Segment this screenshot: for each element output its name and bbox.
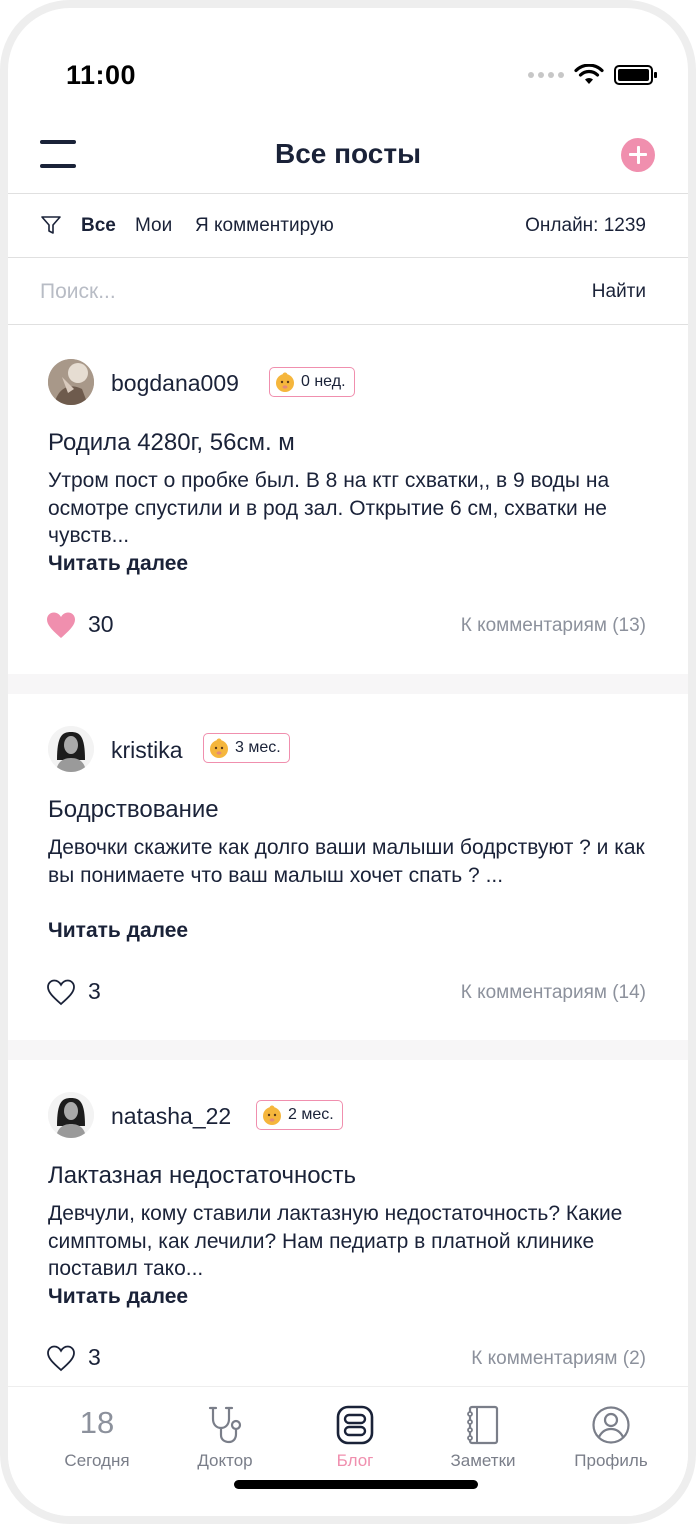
post-card[interactable]: kristika 3 мес. Бодрствование Девочки ск… <box>8 694 688 1040</box>
post-author[interactable]: kristika <box>111 737 183 764</box>
blog-icon <box>336 1405 374 1445</box>
page-title: Все посты <box>275 138 421 169</box>
baby-age-label: 0 нед. <box>301 373 346 390</box>
tab-label: Заметки <box>450 1451 516 1470</box>
avatar[interactable] <box>48 359 94 405</box>
tab-profile[interactable]: Профиль <box>546 1387 676 1487</box>
post-author[interactable]: natasha_22 <box>111 1103 231 1130</box>
default-avatar-icon <box>48 1092 94 1138</box>
status-icons <box>528 64 658 86</box>
comments-link[interactable]: К комментариям (13) <box>461 615 646 637</box>
heart-outline-icon[interactable] <box>46 978 76 1006</box>
like-count: 3 <box>88 1344 101 1370</box>
read-more-link[interactable]: Читать далее <box>48 552 188 576</box>
app-screen: 11:00 Все посты Все Мои Я комментирую Он… <box>0 0 696 1524</box>
baby-icon <box>276 372 294 392</box>
post-title[interactable]: Бодрствование <box>48 796 219 824</box>
post-excerpt: Девчули, кому ставили лактазную недостат… <box>48 1202 623 1280</box>
post-title[interactable]: Родила 4280г, 56см. м <box>48 429 295 457</box>
status-bar: 11:00 <box>8 8 688 118</box>
filter-bar: Все Мои Я комментирую Онлайн: 1239 <box>8 194 688 258</box>
baby-age-label: 3 мес. <box>235 739 281 756</box>
baby-age-label: 2 мес. <box>288 1106 334 1123</box>
tab-label: Профиль <box>574 1451 648 1470</box>
like-count: 3 <box>88 978 101 1004</box>
tab-label: Сегодня <box>64 1451 130 1470</box>
baby-age-badge: 0 нед. <box>269 367 355 397</box>
filter-tab-mine[interactable]: Мои <box>135 215 172 237</box>
avatar[interactable] <box>48 1092 94 1138</box>
default-avatar-icon <box>48 726 94 772</box>
calendar-date-icon: 18 <box>79 1405 115 1440</box>
status-time: 11:00 <box>66 60 137 90</box>
search-button[interactable]: Найти <box>592 281 646 303</box>
post-title[interactable]: Лактазная недостаточность <box>48 1162 356 1190</box>
search-bar: Найти <box>8 259 688 325</box>
post-card[interactable]: bogdana009 0 нед. Родила 4280г, 56см. м … <box>8 326 688 674</box>
comments-link[interactable]: К комментариям (14) <box>461 982 646 1004</box>
battery-icon <box>614 65 657 85</box>
tab-blog[interactable]: Блог <box>290 1387 420 1487</box>
wifi-icon <box>574 64 604 84</box>
cellular-signal-icon <box>528 72 564 78</box>
tab-notes[interactable]: Заметки <box>418 1387 548 1487</box>
search-input[interactable] <box>40 277 540 307</box>
baby-age-badge: 2 мес. <box>256 1100 343 1130</box>
notebook-icon <box>467 1405 499 1445</box>
filter-tab-commented[interactable]: Я комментирую <box>195 215 334 237</box>
read-more-link[interactable]: Читать далее <box>48 1285 188 1309</box>
heart-filled-icon[interactable] <box>46 611 76 639</box>
post-separator <box>8 674 688 694</box>
online-count: Онлайн: 1239 <box>525 215 646 236</box>
comments-link[interactable]: К комментариям (2) <box>471 1348 646 1370</box>
tab-doctor[interactable]: Доктор <box>160 1387 290 1487</box>
tab-today[interactable]: 18 Сегодня <box>32 1387 162 1487</box>
tab-bar: 18 Сегодня Доктор Блог Заметки Профиль <box>8 1386 688 1516</box>
profile-icon <box>592 1406 630 1444</box>
avatar[interactable] <box>48 726 94 772</box>
tab-label: Доктор <box>197 1451 253 1470</box>
heart-outline-icon[interactable] <box>46 1344 76 1372</box>
read-more-link[interactable]: Читать далее <box>48 919 188 943</box>
navigation-bar: Все посты <box>8 118 688 194</box>
user-photo-icon <box>48 359 94 405</box>
stethoscope-icon <box>208 1406 242 1444</box>
like-count: 30 <box>88 611 114 637</box>
baby-icon <box>210 738 228 758</box>
filter-icon[interactable] <box>40 214 62 236</box>
post-card[interactable]: natasha_22 2 мес. Лактазная недостаточно… <box>8 1060 688 1386</box>
baby-icon <box>263 1105 281 1125</box>
post-excerpt: Утром пост о пробке был. В 8 на ктг схва… <box>48 469 610 547</box>
baby-age-badge: 3 мес. <box>203 733 290 763</box>
home-indicator[interactable] <box>234 1480 478 1489</box>
tab-label: Блог <box>336 1451 374 1470</box>
post-author[interactable]: bogdana009 <box>111 370 239 397</box>
post-separator <box>8 1040 688 1060</box>
post-excerpt: Девочки скажите как долго ваши малыши бо… <box>48 836 645 887</box>
add-post-button[interactable] <box>621 138 655 172</box>
filter-tab-all[interactable]: Все <box>81 215 116 237</box>
